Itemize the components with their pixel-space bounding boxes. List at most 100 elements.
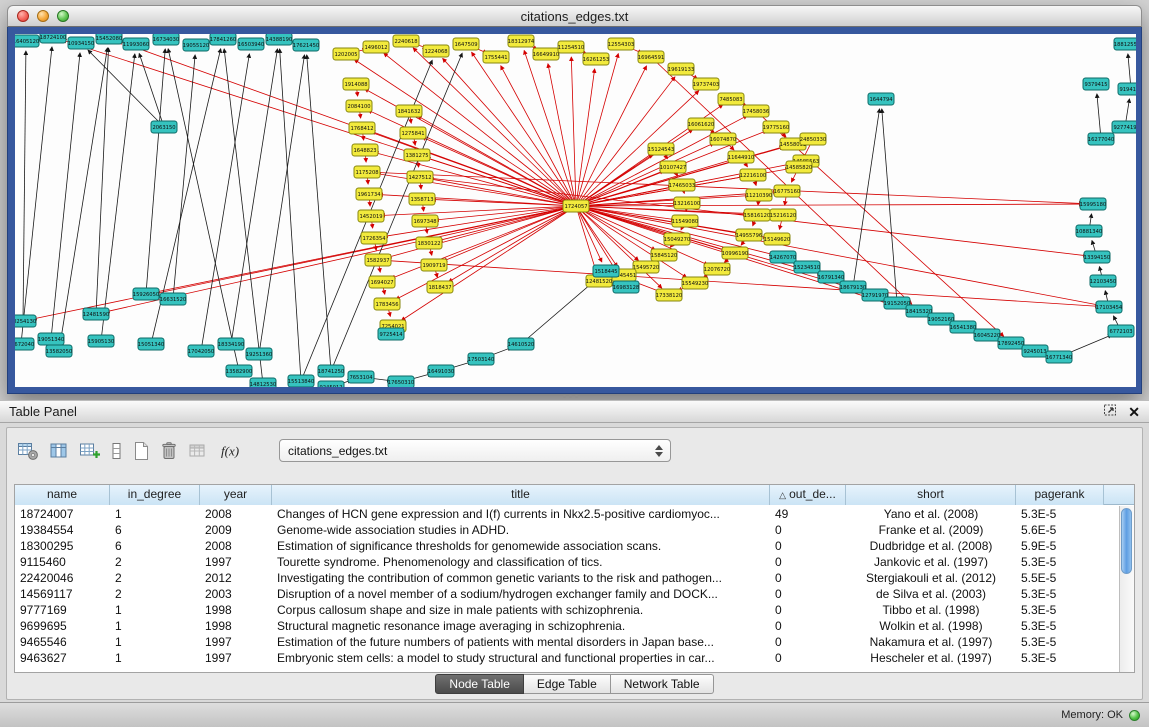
network-node[interactable]: 17042050 (188, 345, 214, 357)
network-node[interactable]: 17338120 (656, 289, 682, 301)
network-node[interactable]: 15495720 (633, 261, 659, 273)
table-row[interactable]: 1456911722003Disruption of a novel membe… (15, 586, 1119, 602)
network-node[interactable]: 15216120 (770, 209, 796, 221)
network-node[interactable]: 18741250 (318, 365, 344, 377)
network-node[interactable]: 1648823 (352, 144, 378, 156)
table-row[interactable]: 946554611997Estimation of the future num… (15, 634, 1119, 650)
network-node[interactable]: 15905130 (88, 335, 114, 347)
network-node[interactable]: 18312974 (508, 35, 535, 47)
network-node[interactable]: 16277040 (1088, 133, 1114, 145)
network-node[interactable]: 16734030 (153, 34, 179, 45)
network-node[interactable]: 19051340 (38, 333, 64, 345)
network-node[interactable]: 15049270 (664, 233, 690, 245)
network-node[interactable]: 17458036 (743, 105, 769, 117)
network-node[interactable]: 17103454 (1096, 301, 1123, 313)
network-node[interactable]: 9725414 (378, 328, 404, 340)
column-header-short[interactable]: short (846, 485, 1016, 505)
network-node[interactable]: 19737403 (693, 78, 719, 90)
network-node[interactable]: 12554303 (608, 38, 634, 50)
network-node[interactable]: 16791340 (818, 271, 844, 283)
network-node[interactable]: 11210390 (746, 189, 772, 201)
network-node[interactable]: 1697348 (412, 215, 438, 227)
network-node[interactable]: 14812530 (250, 378, 276, 387)
minimize-button[interactable] (37, 10, 49, 22)
network-node[interactable]: 9379415 (1083, 78, 1109, 90)
column-header-in-degree[interactable]: in_degree (110, 485, 200, 505)
network-node[interactable]: 12076720 (704, 263, 730, 275)
network-node[interactable]: 1724057 (563, 200, 589, 212)
network-node[interactable]: 11993060 (123, 38, 149, 50)
column-header-name[interactable]: name (15, 485, 110, 505)
network-node[interactable]: 9194103 (1118, 83, 1136, 95)
table-source-dropdown[interactable]: citations_edges.txt (279, 439, 671, 462)
network-node[interactable]: 1830122 (416, 237, 442, 249)
vertical-scrollbar[interactable] (1119, 506, 1134, 672)
network-node[interactable]: 1518445 (593, 265, 619, 277)
column-header-title[interactable]: title (272, 485, 770, 505)
network-node[interactable]: 1726354 (361, 232, 387, 244)
column-header-out-de[interactable]: △out_de... (770, 485, 846, 505)
network-node[interactable]: 14585820 (786, 161, 812, 173)
network-node[interactable]: 24850330 (800, 133, 826, 145)
network-node[interactable]: 19055120 (183, 39, 209, 51)
network-node[interactable]: 10881340 (1076, 225, 1102, 237)
network-node[interactable]: 15452080 (96, 34, 122, 44)
network-node[interactable]: 1358713 (409, 193, 435, 205)
network-node[interactable]: 1224068 (423, 45, 449, 57)
network-node[interactable]: 16503940 (238, 38, 264, 50)
network-node[interactable]: 1783456 (374, 298, 400, 310)
network-node[interactable]: 1818437 (427, 281, 453, 293)
network-node[interactable]: 10254130 (15, 315, 36, 327)
network-node[interactable]: 16631520 (160, 293, 186, 305)
window-titlebar[interactable]: citations_edges.txt (7, 5, 1142, 27)
column-header-pagerank[interactable]: pagerank (1016, 485, 1104, 505)
network-node[interactable]: 11644910 (728, 151, 754, 163)
network-node[interactable]: 1496012 (363, 41, 389, 53)
network-node[interactable]: 1582937 (365, 254, 391, 266)
network-node[interactable]: 2084100 (346, 100, 372, 112)
zoom-button[interactable] (57, 10, 69, 22)
import-table-button[interactable] (188, 437, 208, 465)
table-row[interactable]: 911546021997Tourette syndrome. Phenomeno… (15, 554, 1119, 570)
network-node[interactable]: 14267070 (770, 251, 796, 263)
network-node[interactable]: 14955796 (736, 229, 762, 241)
function-builder-button[interactable]: f(x) (218, 437, 244, 465)
network-node[interactable]: 1275841 (400, 127, 426, 139)
network-node[interactable]: 14388190 (266, 34, 292, 45)
new-document-button[interactable] (132, 437, 150, 465)
delete-button[interactable] (160, 437, 178, 465)
network-node[interactable]: 15926050 (133, 288, 159, 300)
close-panel-icon[interactable]: ✕ (1128, 405, 1140, 419)
network-node[interactable]: 16045220 (974, 329, 1000, 341)
network-node[interactable]: 18334190 (218, 338, 244, 350)
network-node[interactable]: 15845120 (651, 249, 677, 261)
network-node[interactable]: 15234510 (794, 261, 820, 273)
network-node[interactable]: 16649910 (533, 48, 559, 60)
network-node[interactable]: 15816120 (744, 209, 770, 221)
network-node[interactable]: 17841260 (210, 34, 236, 45)
network-node[interactable]: 1694027 (369, 276, 395, 288)
network-node[interactable]: 1841632 (396, 105, 422, 117)
table-row[interactable]: 969969511998Structural magnetic resonanc… (15, 618, 1119, 634)
network-node[interactable]: 10996190 (722, 247, 748, 259)
network-node[interactable]: 1175208 (354, 166, 380, 178)
table-options-button[interactable] (17, 437, 39, 465)
network-node[interactable]: 15124543 (648, 143, 674, 155)
table-row[interactable]: 2242004622012Investigating the contribut… (15, 570, 1119, 586)
network-node[interactable]: 11672040 (15, 338, 34, 350)
network-node[interactable]: 17892450 (998, 337, 1024, 349)
network-node[interactable]: 1647509 (453, 38, 479, 50)
network-node[interactable]: 18812550 (1114, 38, 1136, 50)
network-node[interactable]: 18724100 (40, 34, 66, 43)
network-node[interactable]: 1452019 (358, 210, 384, 222)
tab-edge-table[interactable]: Edge Table (524, 674, 611, 694)
network-node[interactable]: 1644794 (868, 93, 894, 105)
create-column-button[interactable] (79, 437, 101, 465)
network-node[interactable]: 1914088 (343, 78, 369, 90)
network-node[interactable]: 17465033 (669, 179, 695, 191)
network-node[interactable]: 17621450 (293, 39, 319, 51)
network-node[interactable]: 1768412 (349, 122, 375, 134)
network-node[interactable]: 13394150 (1084, 251, 1110, 263)
network-node[interactable]: 19619133 (668, 63, 694, 75)
table-row[interactable]: 1872400712008Changes of HCN gene express… (15, 506, 1119, 522)
